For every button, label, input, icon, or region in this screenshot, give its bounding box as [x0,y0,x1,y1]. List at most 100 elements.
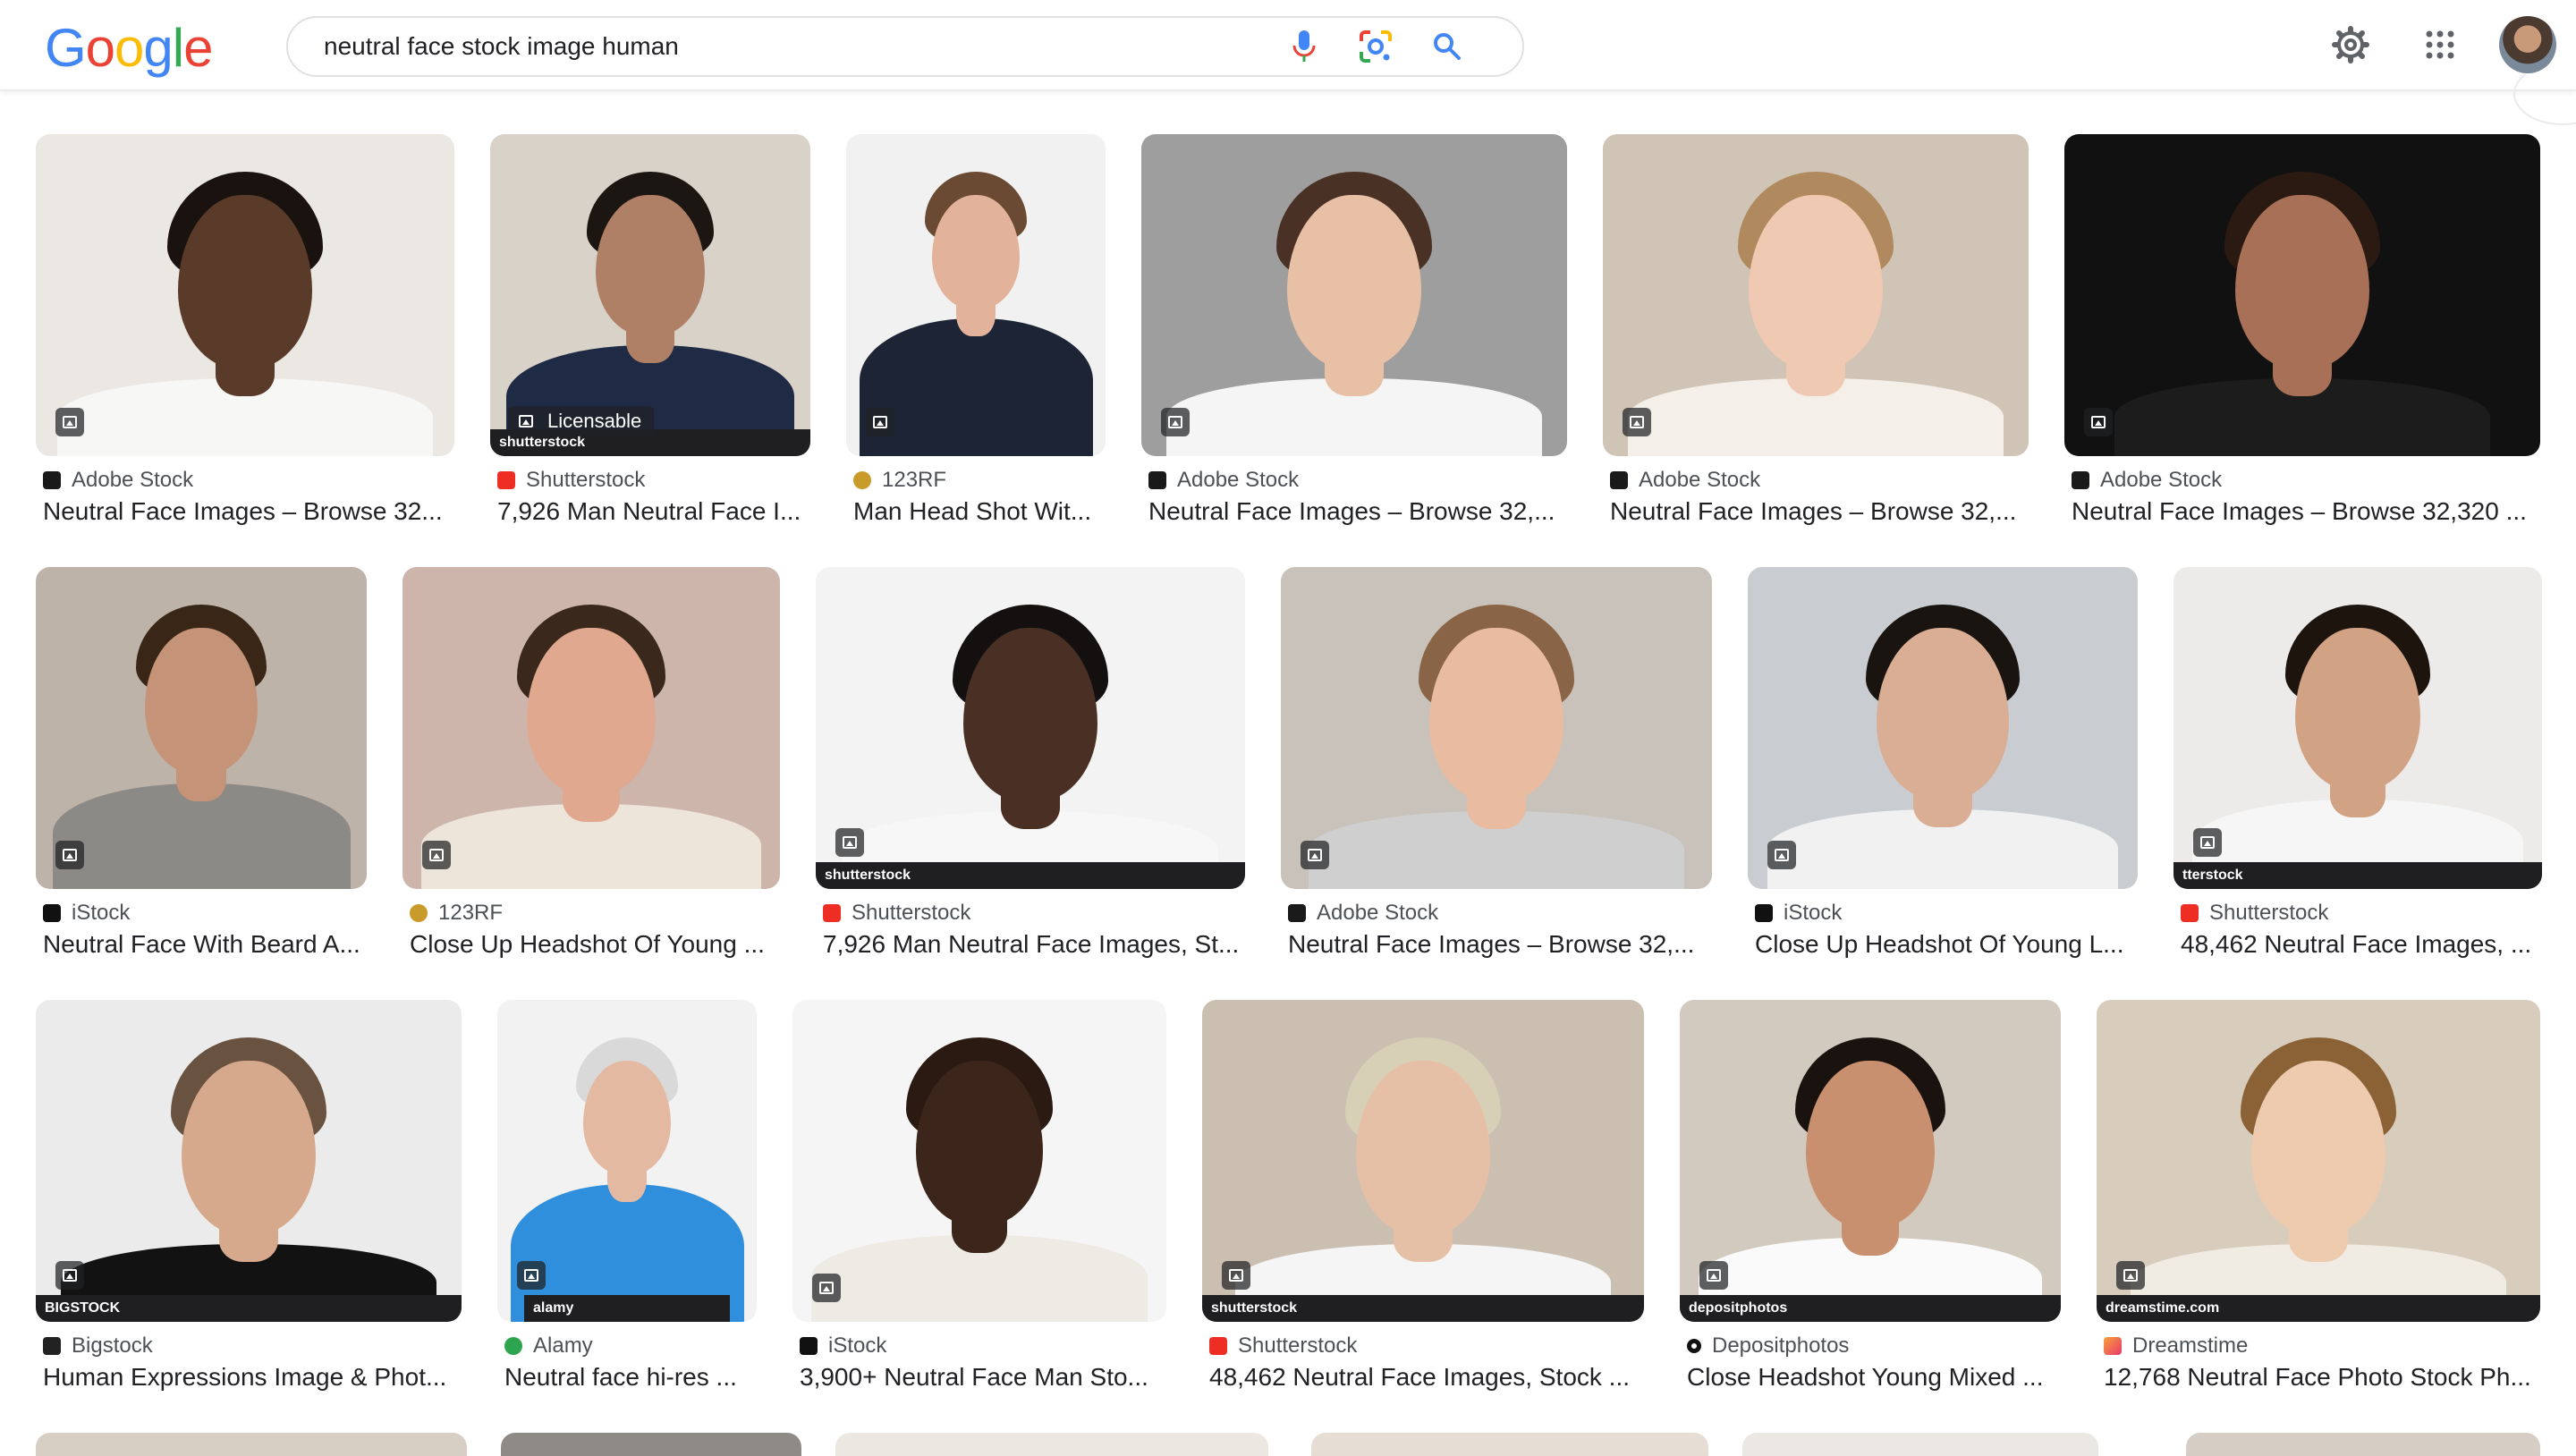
result-title[interactable]: Neutral face hi-res ... [504,1361,757,1393]
result-thumbnail[interactable]: tterstock [2174,567,2542,889]
result-source[interactable]: Shutterstock [2181,900,2328,927]
result-title[interactable]: Neutral Face With Beard A... [43,928,367,961]
result-thumbnail[interactable] [1603,134,2029,456]
image-result-tile-partial[interactable] [2186,1433,2540,1456]
result-thumbnail[interactable]: shutterstock [816,567,1245,889]
result-title[interactable]: 12,768 Neutral Face Photo Stock Ph... [2104,1361,2540,1393]
watermark-bar: dreamstime.com [2097,1295,2540,1322]
result-thumbnail[interactable]: BIGSTOCK [36,1000,462,1322]
result-title[interactable]: Close Headshot Young Mixed ... [1687,1361,2061,1393]
result-thumbnail[interactable]: alamy [497,1000,757,1322]
result-source[interactable]: Shutterstock [497,467,645,494]
123rf-favicon-icon [410,904,428,922]
result-title[interactable]: 48,462 Neutral Face Images, Stock ... [1209,1361,1644,1393]
result-title[interactable]: Close Up Headshot Of Young L... [1755,928,2138,961]
result-thumbnail[interactable]: dreamstime.com [2097,1000,2540,1322]
result-source-name: iStock [828,1333,887,1358]
lens-icon[interactable] [1358,29,1394,64]
result-title[interactable]: Neutral Face Images – Browse 32,... [1288,928,1712,961]
result-source[interactable]: 123RF [410,900,503,927]
result-source[interactable]: Adobe Stock [2072,467,2222,494]
result-title[interactable]: Neutral Face Images – Browse 32... [43,495,454,528]
depositphotos-favicon-icon [1687,1339,1701,1353]
image-result-tile-partial[interactable] [1742,1433,2098,1456]
result-source[interactable]: Shutterstock [1209,1333,1357,1359]
result-title[interactable]: 3,900+ Neutral Face Man Sto... [800,1361,1166,1393]
result-title[interactable]: Neutral Face Images – Browse 32,... [1148,495,1567,528]
result-thumbnail[interactable]: shutterstock Licensable [490,134,810,456]
licensable-badge[interactable]: Licensable [508,406,655,436]
shutterstock-favicon-icon [1209,1337,1227,1355]
result-source-name: Shutterstock [852,901,971,925]
watermark-bar: alamy [524,1295,730,1322]
search-icon[interactable] [1429,29,1465,64]
alamy-favicon-icon [504,1337,522,1355]
person-face [1429,628,1563,802]
result-source[interactable]: Bigstock [43,1333,153,1359]
top-bar: Google neutral face stock image human [0,0,2576,91]
result-source[interactable]: Depositphotos [1687,1333,1849,1359]
result-source[interactable]: Dreamstime [2104,1333,2248,1359]
result-title[interactable]: 7,926 Man Neutral Face Images, St... [823,928,1245,961]
bigstock-favicon-icon [43,1337,61,1355]
result-title[interactable]: 7,926 Man Neutral Face I... [497,495,810,528]
result-source[interactable]: iStock [800,1333,886,1359]
result-title[interactable]: 48,462 Neutral Face Images, ... [2181,928,2542,961]
adobe-stock-favicon-icon [43,471,61,489]
result-source-name: iStock [72,901,131,925]
result-source[interactable]: 123RF [853,467,946,494]
result-thumbnail[interactable] [1141,134,1567,456]
adobe-stock-favicon-icon [2072,471,2089,489]
image-icon [55,1261,84,1290]
result-source[interactable]: iStock [43,900,130,927]
image-icon [55,841,84,869]
result-source-name: Dreamstime [2132,1333,2249,1358]
result-source-name: Adobe Stock [2100,468,2223,492]
result-source[interactable]: iStock [1755,900,1842,927]
result-title[interactable]: Man Head Shot Wit... [853,495,1106,528]
person-face [915,1061,1044,1226]
google-logo[interactable]: Google [45,20,214,77]
image-result-tile-partial[interactable] [835,1433,1268,1456]
result-thumbnail[interactable] [402,567,780,889]
image-result-tile-partial[interactable] [36,1433,467,1456]
person-face [582,1061,672,1176]
gear-icon[interactable] [2329,23,2372,66]
search-input[interactable]: neutral face stock image human [324,18,679,75]
result-title[interactable]: Neutral Face Images – Browse 32,320 ... [2072,495,2540,528]
result-thumbnail[interactable] [36,134,454,456]
result-title[interactable]: Human Expressions Image & Phot... [43,1361,462,1393]
image-result-tile-partial[interactable] [1311,1433,1708,1456]
result-source[interactable]: Alamy [504,1333,593,1359]
result-thumbnail[interactable] [2064,134,2540,456]
adobe-stock-favicon-icon [1610,471,1628,489]
result-source[interactable]: Shutterstock [823,900,970,927]
image-icon [1161,408,1190,436]
person-face [145,628,258,775]
mic-icon[interactable] [1286,29,1322,64]
result-thumbnail[interactable] [846,134,1106,456]
result-source[interactable]: Adobe Stock [1610,467,1760,494]
result-thumbnail[interactable] [792,1000,1166,1322]
result-thumbnail[interactable] [1748,567,2138,889]
result-thumbnail[interactable] [36,567,367,889]
licensable-label: Licensable [547,410,642,432]
image-icon [835,828,864,857]
result-thumbnail[interactable] [1281,567,1712,889]
result-title[interactable]: Close Up Headshot Of Young ... [410,928,780,961]
watermark-bar: shutterstock [816,862,1245,889]
result-thumbnail[interactable]: depositphotos [1680,1000,2061,1322]
image-result-tile-partial[interactable] [501,1433,801,1456]
istock-favicon-icon [43,904,61,922]
result-source[interactable]: Adobe Stock [43,467,193,494]
result-source[interactable]: Adobe Stock [1148,467,1299,494]
123rf-favicon-icon [853,471,871,489]
result-source-name: Shutterstock [526,468,646,492]
image-icon [1623,408,1651,436]
result-thumbnail[interactable]: shutterstock [1202,1000,1644,1322]
image-icon [1767,841,1796,869]
apps-icon[interactable] [2419,23,2462,66]
search-box[interactable]: neutral face stock image human [286,16,1524,77]
result-source[interactable]: Adobe Stock [1288,900,1438,927]
result-title[interactable]: Neutral Face Images – Browse 32,... [1610,495,2029,528]
